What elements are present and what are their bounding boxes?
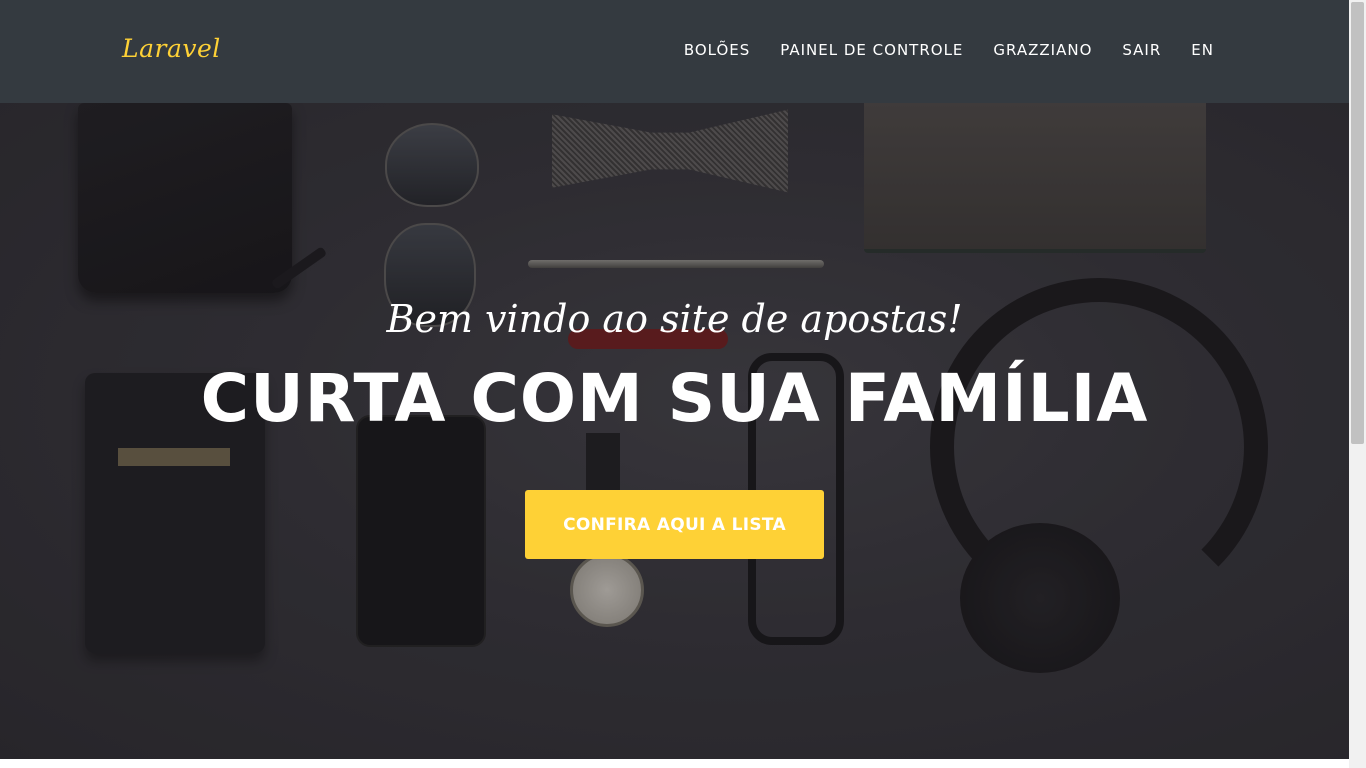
page-bottom-edge — [0, 759, 1349, 768]
hero-section: Bem vindo ao site de apostas! CURTA COM … — [0, 103, 1349, 759]
vertical-scrollbar[interactable] — [1349, 0, 1366, 768]
nav-item-boloes[interactable]: BOLÕES — [684, 41, 750, 59]
cta-button[interactable]: CONFIRA AQUI A LISTA — [525, 490, 824, 559]
brand-logo[interactable]: Laravel — [122, 34, 221, 63]
nav-item-user[interactable]: GRAZZIANO — [993, 41, 1092, 59]
nav-item-painel-de-controle[interactable]: PAINEL DE CONTROLE — [780, 41, 963, 59]
nav-item-language[interactable]: EN — [1191, 41, 1214, 59]
nav-item-logout[interactable]: SAIR — [1122, 41, 1161, 59]
hero-content: Bem vindo ao site de apostas! CURTA COM … — [0, 103, 1349, 759]
navbar: Laravel BOLÕES PAINEL DE CONTROLE GRAZZI… — [0, 0, 1349, 103]
scrollbar-thumb[interactable] — [1351, 2, 1364, 444]
page: Laravel BOLÕES PAINEL DE CONTROLE GRAZZI… — [0, 0, 1366, 768]
hero-heading: CURTA COM SUA FAMÍLIA — [200, 360, 1149, 437]
nav-menu: BOLÕES PAINEL DE CONTROLE GRAZZIANO SAIR… — [684, 41, 1214, 59]
hero-lead-text: Bem vindo ao site de apostas! — [386, 297, 963, 341]
